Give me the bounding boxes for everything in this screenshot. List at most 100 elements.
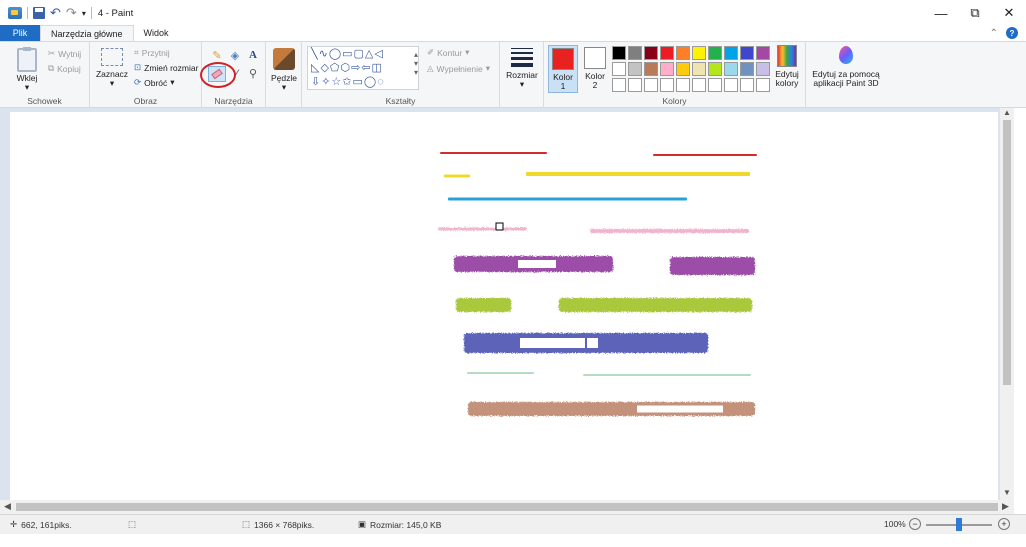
outline-label: Kontur [437, 47, 463, 58]
resize-button[interactable]: ⊡ Zmień rozmiar [134, 62, 198, 73]
pencil-icon[interactable]: ✎ [210, 49, 224, 63]
tab-file[interactable]: Plik [0, 25, 40, 41]
palette-swatch[interactable] [724, 46, 738, 60]
canvas-stroke [670, 257, 755, 275]
vertical-scroll-thumb[interactable] [1003, 120, 1011, 385]
palette-swatch[interactable] [612, 46, 626, 60]
palette-swatch[interactable] [756, 46, 770, 60]
palette-swatch[interactable] [740, 46, 754, 60]
palette-swatch[interactable] [724, 78, 738, 92]
scroll-up-icon[interactable]: ▲ [1003, 108, 1011, 117]
eraser-cursor [495, 222, 504, 231]
maximize-button[interactable]: ⧉ [958, 0, 992, 26]
palette-swatch[interactable] [660, 46, 674, 60]
horizontal-scroll-thumb[interactable] [16, 503, 998, 511]
status-bar: ✛ 662, 161piks. ⬚ ⬚ 1366 × 768piks. ▣ Ro… [0, 514, 1026, 534]
palette-swatch[interactable] [644, 62, 658, 76]
horizontal-scrollbar[interactable]: ◀ ▶ [0, 500, 1014, 514]
color1-button[interactable]: Kolor 1 [548, 45, 578, 93]
fill-icon[interactable]: ◈ [228, 49, 242, 63]
rotate-button[interactable]: ⟳ Obróć ▾ [134, 77, 175, 88]
canvas-stroke [526, 172, 750, 176]
palette-swatch[interactable] [676, 46, 690, 60]
magnifier-icon[interactable]: ⚲ [246, 67, 260, 81]
palette-swatch[interactable] [676, 78, 690, 92]
shapes-gallery[interactable]: ╲∿◯▭▢△◁ ◺◇⬠⬡⇨⇦◫ ⇩✧☆✩▭◯◌ [307, 46, 419, 90]
scroll-right-icon[interactable]: ▶ [1002, 501, 1009, 512]
copy-button[interactable]: ⧉ Kopiuj [48, 63, 81, 74]
gallery-scroll-icon[interactable]: ▴ ▾ ▾ [414, 50, 418, 77]
palette-swatch[interactable] [612, 78, 626, 92]
line-size-icon [511, 48, 533, 67]
palette-swatch[interactable] [692, 78, 706, 92]
select-button[interactable]: Zaznacz ▾ [94, 46, 130, 88]
tab-home[interactable]: Narzędzia główne [40, 25, 134, 41]
cut-button[interactable]: ✂ Wytnij [48, 48, 81, 59]
edit-paint3d-button[interactable]: Edytuj za pomocą aplikacji Paint 3D [808, 45, 884, 88]
zoom-out-button[interactable]: − [909, 518, 921, 530]
brushes-button[interactable]: Pędzle ▾ [268, 46, 300, 92]
collapse-ribbon-icon[interactable]: ⌃ [990, 28, 998, 39]
drawing-canvas[interactable] [10, 112, 998, 500]
zoom-in-button[interactable]: + [998, 518, 1010, 530]
vertical-scrollbar[interactable]: ▲ ▼ [1000, 108, 1014, 500]
palette-swatch[interactable] [692, 62, 706, 76]
edit-colors-label: Edytuj kolory [775, 69, 799, 88]
crop-button[interactable]: ⌗ Przytnij [134, 47, 170, 58]
selection-size: ⬚ [128, 519, 136, 530]
close-button[interactable]: ✕ [992, 0, 1026, 26]
canvas-stroke [440, 152, 547, 154]
fill-shape-button[interactable]: ◬ Wypełnienie ▾ [427, 63, 490, 74]
palette-swatch[interactable] [644, 78, 658, 92]
edit-colors-button[interactable]: Edytuj kolory [770, 45, 804, 88]
palette-swatch[interactable] [740, 78, 754, 92]
select-icon [101, 48, 123, 66]
tab-view[interactable]: Widok [134, 25, 179, 41]
clipboard-group-label: Schowek [27, 96, 62, 106]
text-icon[interactable]: A [246, 48, 260, 62]
palette-swatch[interactable] [676, 62, 690, 76]
cut-label: Wytnij [58, 48, 82, 59]
palette-swatch[interactable] [708, 78, 722, 92]
outline-button[interactable]: ✐ Kontur ▾ [427, 47, 469, 58]
palette-swatch[interactable] [612, 62, 626, 76]
image-dimensions: ⬚ 1366 × 768piks. [242, 519, 314, 530]
palette-swatch[interactable] [644, 46, 658, 60]
palette-swatch[interactable] [692, 46, 706, 60]
palette-swatch[interactable] [708, 62, 722, 76]
window-title: 4 - Paint [97, 7, 134, 19]
erased-area [520, 338, 585, 348]
palette-swatch[interactable] [660, 62, 674, 76]
palette-swatch[interactable] [628, 46, 642, 60]
erased-area [637, 405, 678, 413]
minimize-button[interactable]: — [924, 0, 958, 26]
palette-swatch[interactable] [628, 78, 642, 92]
palette-swatch[interactable] [660, 78, 674, 92]
palette-swatch[interactable] [724, 62, 738, 76]
palette-swatch[interactable] [756, 62, 770, 76]
paint-app-icon[interactable] [8, 7, 22, 19]
size-button[interactable]: Rozmiar ▾ [504, 44, 540, 89]
palette-swatch[interactable] [628, 62, 642, 76]
paint3d-label-line2: aplikacji Paint 3D [813, 78, 879, 88]
paste-button[interactable]: Wklej ▾ [10, 47, 44, 92]
canvas-stroke [590, 229, 749, 233]
redo-icon[interactable]: ↷ [66, 6, 77, 19]
clipboard-group: Wklej ▾ ✂ Wytnij ⧉ Kopiuj Schowek [0, 42, 90, 108]
customize-dropdown-icon[interactable]: ▾ [82, 9, 86, 18]
chevron-down-icon: ▾ [281, 82, 287, 92]
color2-button[interactable]: Kolor 2 [580, 45, 610, 93]
help-icon[interactable]: ? [1006, 27, 1018, 39]
scroll-down-icon[interactable]: ▼ [1003, 488, 1011, 497]
canvas-stroke [456, 298, 511, 312]
palette-swatch[interactable] [756, 78, 770, 92]
workspace [0, 108, 1000, 500]
scroll-left-icon[interactable]: ◀ [4, 501, 11, 512]
save-icon[interactable] [33, 7, 45, 19]
paint3d-group: Edytuj za pomocą aplikacji Paint 3D [806, 42, 886, 108]
palette-swatch[interactable] [740, 62, 754, 76]
undo-icon[interactable]: ↶ [50, 6, 61, 19]
palette-swatch[interactable] [708, 46, 722, 60]
zoom-slider-thumb[interactable] [956, 518, 962, 531]
canvas-stroke [583, 374, 751, 376]
